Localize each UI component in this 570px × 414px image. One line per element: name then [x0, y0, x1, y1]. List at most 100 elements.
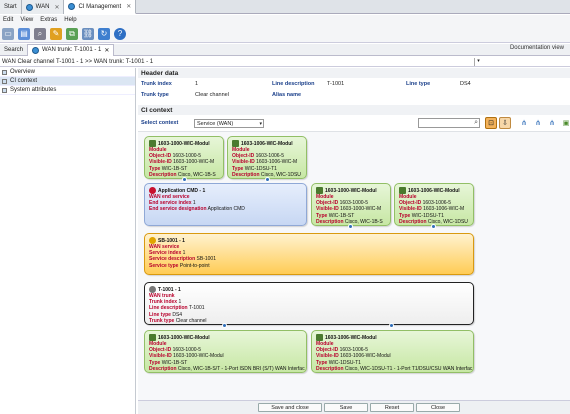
documentation-view-link[interactable]: Documentation view [510, 45, 564, 51]
search-icon[interactable]: ⌕ [474, 119, 478, 127]
node-key: Visible-ID [232, 159, 255, 166]
close-button[interactable]: Close [416, 403, 460, 412]
node-key: Object-ID [399, 200, 422, 207]
module-node[interactable]: 1603-1006-WIC-Modul Module Object-ID 160… [227, 136, 307, 179]
line-description-value: T-1001 [327, 81, 345, 87]
close-icon[interactable]: ✕ [104, 47, 109, 54]
export-icon[interactable]: ⇩ [499, 117, 511, 129]
module-node[interactable]: 1603-1006-WIC-Modul Module Object-ID 160… [394, 183, 474, 226]
select-context-label: Select context [141, 120, 179, 126]
breadcrumb-bar: WAN Clear channel T-1001 - 1 >> WAN trun… [0, 57, 570, 67]
connector-dot [222, 323, 227, 328]
connector-dot [431, 224, 436, 229]
tab-wan-trunk[interactable]: WAN trunk: T-1001 - 1 ✕ [27, 43, 115, 56]
module-node[interactable]: 1603-1000-WIC-Modul Module Object-ID 160… [144, 136, 224, 179]
zoom-fit-icon[interactable]: ⊡ [485, 117, 497, 129]
node-key: Trunk index [149, 299, 178, 306]
edit-icon[interactable]: ✎ [50, 27, 62, 40]
node-key: Type [399, 212, 411, 219]
module-icon [149, 140, 156, 147]
close-icon[interactable]: ✕ [54, 4, 59, 11]
application-icon [149, 187, 156, 194]
node-title: 1603-1000-WIC-Modul [158, 140, 210, 147]
menu-view[interactable]: View [20, 17, 33, 23]
help-icon[interactable]: ? [114, 27, 126, 40]
module-node[interactable]: 1603-1000-WIC-Modul Module Object-ID 160… [311, 183, 391, 226]
ci-context-toolbar: Select context Service (WAN) ▾ ⌕ ⊡ ⇩ ⋔ ⋔ … [138, 117, 570, 131]
module-icon [399, 187, 406, 194]
sidebar-item-system-attributes[interactable]: System attributes [0, 86, 135, 95]
menu-edit[interactable]: Edit [3, 17, 13, 23]
folder-icon [2, 87, 7, 93]
tab-wan[interactable]: WAN ✕ [21, 0, 65, 14]
breadcrumb: WAN Clear channel T-1001 - 1 >> WAN trun… [2, 58, 154, 65]
new-icon[interactable]: ▭ [2, 27, 14, 40]
node-value: 1603-1006-WIC-M [423, 206, 465, 213]
search-icon[interactable]: ⌕ [34, 27, 46, 40]
toolbar: ▭ ▤ ⌕ ✎ ⧉ ⛓ ↻ ? [0, 25, 570, 43]
node-value: 1603-1000-5 [172, 153, 201, 160]
network-layout-icon[interactable]: ⋔ [546, 117, 558, 129]
tab-ci-management[interactable]: CI Management ✕ [64, 0, 137, 14]
node-value: Application CMD [207, 206, 245, 213]
ci-context-title: CI context [138, 105, 570, 115]
chevron-down-icon[interactable]: ▾ [474, 57, 482, 66]
node-key: Visible-ID [399, 206, 422, 213]
hierarchy-layout-icon[interactable]: ⋔ [518, 117, 530, 129]
node-value: WIC-1B-ST [161, 359, 188, 366]
module-node[interactable]: 1603-1000-WIC-Modul Module Object-ID 160… [144, 330, 307, 373]
node-title: SB-1001 - 1 [158, 237, 185, 244]
copy-icon[interactable]: ⧉ [66, 27, 78, 40]
open-icon[interactable]: ▤ [18, 27, 30, 40]
node-key: Description [149, 365, 177, 372]
node-value: 1603-1000-5 [172, 347, 201, 354]
node-title: 1603-1006-WIC-Modul [325, 334, 377, 341]
node-value: Cisco, WIC-1DSU-T1 - 1-Port T1/DSU/CSU W… [344, 365, 473, 372]
node-key: Visible-ID [316, 206, 339, 213]
sidebar: Overview CI context System attributes [0, 68, 136, 414]
node-title: T-1001 - 1 [158, 286, 181, 293]
context-search-input[interactable]: ⌕ [418, 118, 480, 128]
node-key: Description [232, 171, 260, 178]
tab-start[interactable]: Start [0, 0, 22, 14]
sidebar-item-overview[interactable]: Overview [0, 68, 135, 77]
node-value: DS4 [172, 311, 183, 318]
node-value: 1603-1006-5 [255, 153, 284, 160]
close-icon[interactable]: ✕ [126, 3, 131, 10]
wan-service-node[interactable]: SB-1001 - 1 WAN service Service index 1 … [144, 233, 474, 275]
module-node[interactable]: 1603-1006-WIC-Modul Module Object-ID 160… [311, 330, 474, 373]
node-key: Description [316, 365, 344, 372]
ci-context-graph[interactable]: 1603-1000-WIC-Modul Module Object-ID 160… [138, 131, 570, 400]
node-key: Object-ID [149, 153, 172, 160]
save-and-close-button[interactable]: Save and close [258, 403, 322, 412]
wan-trunk-node[interactable]: T-1001 - 1 WAN trunk Trunk index 1 Line … [144, 282, 474, 325]
tab-search-label: Search [4, 46, 24, 53]
node-key: Type [316, 359, 328, 366]
reset-button[interactable]: Reset [370, 403, 414, 412]
refresh-icon[interactable]: ↻ [98, 27, 110, 40]
line-type-label: Line type [406, 81, 431, 87]
save-button[interactable]: Save [324, 403, 368, 412]
menu-extras[interactable]: Extras [40, 17, 57, 23]
node-value: 1 [192, 200, 196, 207]
chevron-down-icon: ▾ [259, 121, 262, 127]
button-bar: Save and close Save Reset Close [138, 400, 570, 414]
node-key: Type [316, 212, 328, 219]
globe-icon [25, 3, 33, 11]
tab-wan-label: WAN [35, 4, 50, 10]
sidebar-item-ci-context[interactable]: CI context [0, 77, 135, 86]
link-icon[interactable]: ⛓ [82, 27, 94, 40]
expand-icon[interactable]: ▣ [560, 117, 570, 129]
context-select-value: Service (WAN) [197, 121, 234, 127]
gear-icon [149, 237, 156, 244]
menu-help[interactable]: Help [64, 17, 76, 23]
module-icon [316, 334, 323, 341]
module-icon [149, 334, 156, 341]
context-select[interactable]: Service (WAN) ▾ [194, 119, 264, 128]
node-key: Type [149, 359, 161, 366]
tree-layout-icon[interactable]: ⋔ [532, 117, 544, 129]
end-service-node[interactable]: Application CMD - 1 WAN end service End … [144, 183, 307, 226]
node-key: Visible-ID [149, 353, 172, 360]
tab-search[interactable]: Search [0, 44, 27, 56]
node-value: 1603-1000-5 [339, 200, 368, 207]
